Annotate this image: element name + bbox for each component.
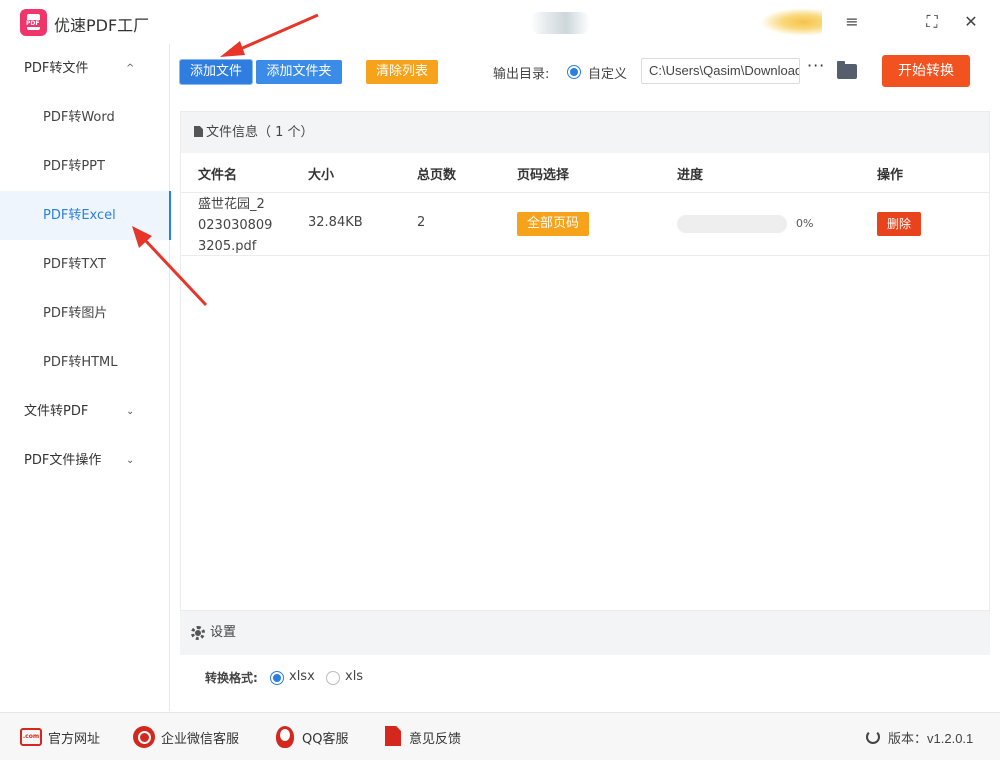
folder-icon[interactable] [837, 61, 857, 79]
sidebar-item-pdf-to-excel[interactable]: PDF转Excel [0, 191, 171, 240]
file-count: （ 1 个） [258, 125, 314, 140]
settings-title: 设置 [210, 625, 237, 640]
wechat-icon [133, 726, 155, 748]
column-header-progress: 进度 [677, 168, 704, 183]
document-icon [194, 126, 203, 137]
file-name-line: 盛世花园_2 [198, 197, 265, 212]
footer: .com 官方网址 企业微信客服 QQ客服 意见反馈 版本：v1.2.0.1 [0, 712, 1000, 760]
add-file-button[interactable]: 添加文件 [180, 60, 252, 84]
column-header-pages: 总页数 [417, 168, 457, 183]
sidebar-group-label: PDF转文件 [24, 61, 89, 76]
official-website-link[interactable]: 官方网址 [48, 728, 100, 747]
sidebar-group-file-to-pdf[interactable]: 文件转PDF ⌄ [0, 387, 170, 436]
file-name-line: 023030809 [198, 218, 273, 233]
qq-support-link[interactable]: QQ客服 [302, 728, 348, 747]
output-path-field[interactable]: C:\Users\Qasim\Downloads [641, 58, 800, 84]
settings-header: 设置 [180, 611, 990, 655]
sidebar: PDF转文件 ^ PDF转Word PDF转PPT PDF转Excel PDF转… [0, 44, 171, 711]
file-info-title: 文件信息 [206, 125, 259, 140]
chevron-down-icon: ⌄ [126, 455, 135, 466]
blurred-region [760, 8, 822, 36]
add-folder-button[interactable]: 添加文件夹 [256, 60, 342, 84]
start-convert-button[interactable]: 开始转换 [882, 55, 970, 87]
website-icon: .com [20, 728, 42, 746]
custom-option-label: 自定义 [588, 67, 628, 82]
column-header-action: 操作 [877, 168, 904, 183]
format-xlsx-radio[interactable] [270, 671, 284, 685]
output-dir-label: 输出目录: [493, 67, 550, 82]
file-size: 32.84KB [308, 215, 363, 230]
sidebar-group-pdf-to-file[interactable]: PDF转文件 ^ [0, 44, 170, 93]
close-icon[interactable]: ✕ [959, 10, 983, 34]
gear-icon [191, 626, 205, 640]
file-info-header: 文件信息（ 1 个） [181, 112, 989, 153]
column-header-size: 大小 [308, 168, 335, 183]
feedback-icon [385, 726, 401, 746]
format-xlsx-label: xlsx [289, 669, 315, 684]
format-xls-radio[interactable] [326, 671, 340, 685]
file-list-panel: 文件信息（ 1 个） 文件名 大小 总页数 页码选择 进度 操作 盛世花园_2 … [180, 111, 990, 611]
progress-text: 0% [796, 217, 814, 230]
feedback-link[interactable]: 意见反馈 [409, 728, 461, 747]
chevron-down-icon: ⌄ [126, 406, 135, 417]
table-row: 盛世花园_2 023030809 3205.pdf 32.84KB 2 全部页码… [181, 192, 989, 256]
sidebar-item-pdf-to-txt[interactable]: PDF转TXT [0, 240, 170, 289]
column-header-name: 文件名 [198, 168, 238, 183]
progress-bar [677, 215, 787, 233]
delete-button[interactable]: 删除 [877, 212, 921, 236]
wechat-support-link[interactable]: 企业微信客服 [161, 728, 239, 747]
page-select-button[interactable]: 全部页码 [517, 212, 589, 236]
app-title: 优速PDF工厂 [54, 16, 150, 35]
settings-body: 转换格式: xlsx xls [180, 655, 990, 700]
toolbar: 添加文件 添加文件夹 清除列表 输出目录: 自定义 C:\Users\Qasim… [170, 44, 1000, 101]
chevron-up-icon: ^ [126, 63, 135, 74]
blurred-region [530, 12, 590, 34]
app-logo-icon: PDF [20, 9, 47, 36]
sidebar-group-label: 文件转PDF [24, 404, 89, 419]
format-label: 转换格式: [205, 671, 258, 685]
column-header-page-select: 页码选择 [517, 168, 570, 183]
version-info: 版本：v1.2.0.1 [888, 728, 973, 747]
file-name: 盛世花园_2 023030809 3205.pdf [198, 193, 288, 257]
maximize-icon[interactable]: ⛶ [920, 10, 944, 34]
custom-output-radio[interactable] [567, 65, 581, 79]
sidebar-item-pdf-to-image[interactable]: PDF转图片 [0, 289, 170, 338]
refresh-icon[interactable] [866, 730, 880, 744]
file-name-line: 3205.pdf [198, 239, 257, 254]
sidebar-item-pdf-to-ppt[interactable]: PDF转PPT [0, 142, 170, 191]
title-bar: PDF 优速PDF工厂 ≡ ⛶ ✕ [0, 0, 1000, 44]
menu-icon[interactable]: ≡ [840, 10, 864, 34]
version-label: 版本： [888, 732, 928, 747]
format-xls-label: xls [345, 669, 364, 684]
logo-pdf-text: PDF [25, 20, 41, 27]
qq-icon [276, 726, 294, 748]
sidebar-group-label: PDF文件操作 [24, 453, 102, 468]
clear-list-button[interactable]: 清除列表 [366, 60, 438, 84]
sidebar-item-pdf-to-word[interactable]: PDF转Word [0, 93, 170, 142]
sidebar-group-pdf-operations[interactable]: PDF文件操作 ⌄ [0, 436, 170, 485]
more-icon[interactable]: ··· [807, 56, 825, 75]
version-number: v1.2.0.1 [927, 731, 974, 746]
sidebar-item-pdf-to-html[interactable]: PDF转HTML [0, 338, 170, 387]
page-count: 2 [417, 215, 426, 230]
